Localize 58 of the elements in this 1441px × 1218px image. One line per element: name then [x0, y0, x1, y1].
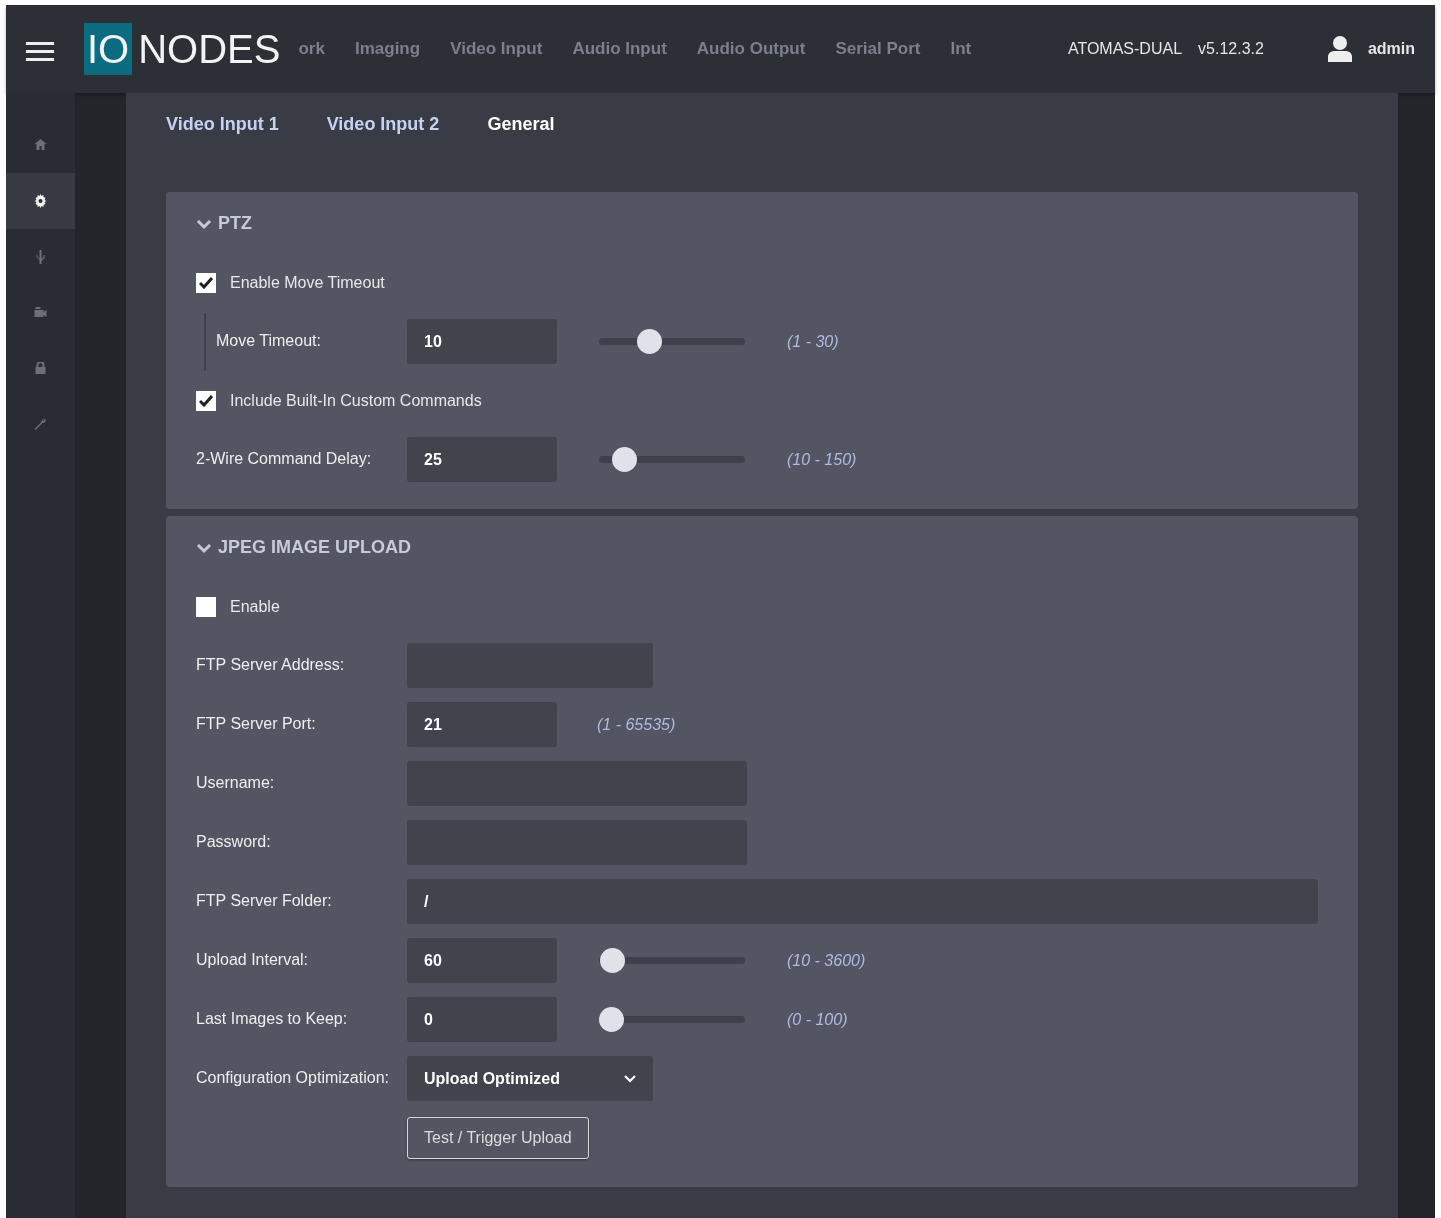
field-label: Upload Interval: — [196, 950, 310, 971]
range-hint: (10 - 3600) — [787, 950, 866, 971]
field-label: FTP Server Port: — [196, 714, 317, 735]
slider[interactable] — [599, 329, 745, 354]
logo-text: NODES — [138, 26, 281, 73]
section-header[interactable]: JPEG IMAGE UPLOAD — [196, 534, 412, 561]
input-field[interactable]: 60 — [407, 938, 557, 983]
field-label: 2-Wire Command Delay: — [196, 449, 373, 470]
field-label: FTP Server Folder: — [196, 891, 333, 912]
trigger-upload-button[interactable]: Test / Trigger Upload — [407, 1116, 589, 1159]
field-label: Password: — [196, 832, 272, 853]
slider-thumb[interactable] — [599, 1007, 624, 1032]
version-text: v5.12.3.2 — [1198, 39, 1264, 59]
section-header[interactable]: PTZ — [196, 210, 252, 237]
field-label: Configuration Optimization: — [196, 1068, 390, 1089]
user-name[interactable]: admin — [1367, 37, 1415, 61]
input-field[interactable]: 10 — [407, 319, 557, 364]
input-field[interactable]: 21 — [407, 702, 557, 747]
tab[interactable]: General — [487, 105, 555, 144]
slider[interactable] — [599, 447, 745, 472]
device-name: ATOMAS-DUAL — [1067, 39, 1183, 59]
checkbox[interactable] — [196, 272, 216, 293]
logo-box: IO — [84, 23, 133, 75]
input-field[interactable]: 25 — [407, 437, 557, 482]
caret-icon — [624, 1074, 636, 1083]
field-label: Last Images to Keep: — [196, 1009, 349, 1030]
chevron-icon — [196, 541, 212, 554]
user-icon — [1327, 36, 1352, 62]
checkbox-label: Enable — [230, 596, 280, 617]
home-icon — [34, 138, 47, 152]
tab[interactable]: Video Input 1 — [166, 105, 279, 144]
sidebar-item[interactable] — [6, 173, 75, 229]
checkbox-label: Include Built-In Custom Commands — [230, 390, 482, 411]
camera-icon — [34, 306, 47, 320]
field-label: Move Timeout: — [216, 331, 322, 352]
field-label: Username: — [196, 773, 276, 794]
wrench-icon — [34, 418, 47, 432]
field-label: FTP Server Address: — [196, 655, 346, 676]
chevron-icon — [196, 217, 212, 230]
usb-icon — [34, 250, 47, 264]
slider[interactable] — [599, 1007, 745, 1032]
range-hint: (0 - 100) — [787, 1009, 848, 1030]
slider-thumb[interactable] — [612, 447, 638, 472]
input-field[interactable]: / — [407, 879, 1318, 924]
tab[interactable]: Video Input 2 — [326, 105, 440, 144]
input-field[interactable]: 0 — [407, 997, 557, 1042]
range-hint: (1 - 30) — [787, 331, 839, 352]
slider-thumb[interactable] — [636, 329, 662, 354]
range-hint: (1 - 65535) — [597, 714, 676, 735]
slider[interactable] — [599, 948, 745, 973]
checkbox-label: Enable Move Timeout — [230, 272, 385, 293]
lock-icon — [34, 362, 47, 376]
select-field[interactable]: Upload Optimized — [407, 1056, 653, 1101]
checkbox[interactable] — [196, 390, 216, 411]
range-hint: (10 - 150) — [787, 449, 857, 470]
checkbox[interactable] — [196, 596, 216, 617]
gear-icon — [34, 194, 47, 208]
slider-thumb[interactable] — [600, 948, 626, 973]
